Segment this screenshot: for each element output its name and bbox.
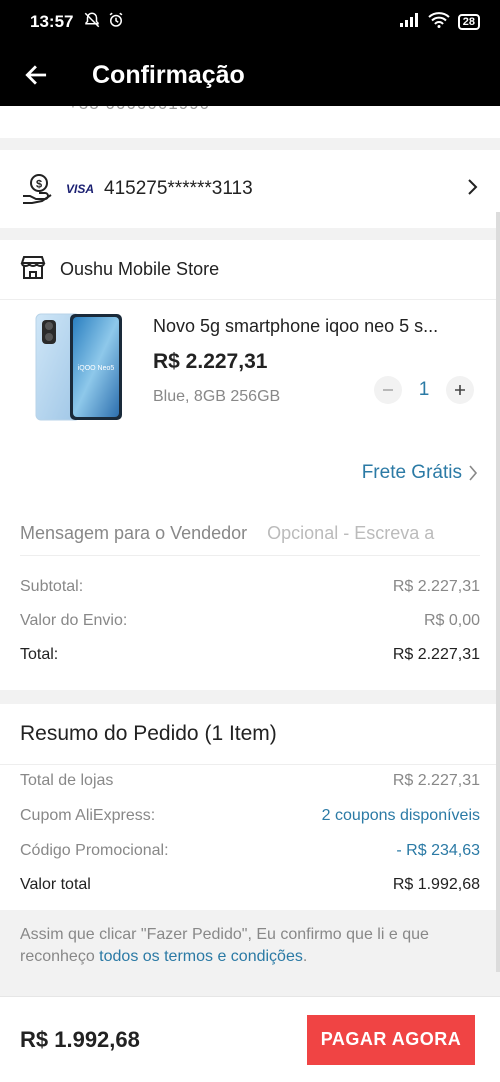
product-item: iQOO Neo5 Novo 5g smartphone iqoo neo 5 … (0, 300, 500, 422)
store-icon (20, 254, 46, 285)
arrow-left-icon (25, 65, 47, 85)
store-name: Oushu Mobile Store (60, 259, 220, 279)
stores-total-row: Total de lojas R$ 2.227,31 (20, 772, 480, 790)
decrease-quantity-button[interactable] (374, 376, 402, 404)
product-price: R$ 2.227,31 (153, 350, 268, 373)
product-image-brand: iQOO Neo5 (78, 365, 115, 372)
address-phone: +55 0000001990 (68, 106, 210, 114)
status-time: 13:57 (30, 12, 74, 31)
quantity-stepper: 1 (374, 376, 474, 404)
shipping-option[interactable]: Frete Grátis (362, 462, 478, 484)
store-header[interactable]: Oushu Mobile Store (0, 240, 500, 300)
promo-code-value[interactable]: - R$ 234,63 (396, 842, 480, 860)
promo-code-row[interactable]: Código Promocional: - R$ 234,63 (20, 842, 480, 860)
signal-icon (399, 12, 420, 32)
aliexpress-coupon-row[interactable]: Cupom AliExpress: 2 coupons disponíveis (20, 807, 480, 825)
order-summary-title: Resumo do Pedido (1 Item) (20, 722, 277, 745)
terms-notice: Assim que clicar "Fazer Pedido", Eu conf… (0, 910, 500, 978)
page-title: Confirmação (92, 60, 245, 89)
seller-message: Mensagem para o Vendedor (20, 512, 480, 556)
payment-hand-coin-icon: $ (20, 172, 54, 206)
visa-logo: VISA (66, 182, 95, 196)
grand-total-value: R$ 1.992,68 (392, 876, 480, 893)
terms-link[interactable]: todos os termos e condições (99, 948, 303, 965)
terms-suffix: . (302, 948, 308, 965)
stores-total-value: R$ 2.227,31 (392, 772, 480, 789)
chevron-right-icon (466, 177, 480, 202)
plus-icon (455, 385, 465, 395)
store-total-label: Total: (20, 646, 59, 663)
subtotal-value: R$ 2.227,31 (392, 578, 480, 595)
checkout-total: R$ 1.992,68 (20, 1026, 140, 1052)
grand-total-label: Valor total (20, 876, 91, 893)
quantity-value: 1 (418, 379, 430, 400)
chevron-right-icon (469, 465, 478, 481)
pay-now-button[interactable]: PAGAR AGORA (307, 1014, 475, 1065)
store-total-row: Total: R$ 2.227,31 (20, 646, 480, 664)
shipping-cost-label: Valor do Envio: (20, 612, 128, 629)
alarm-icon (107, 11, 125, 34)
address-section[interactable]: +55 0000001990 (0, 106, 500, 138)
order-summary-section: Resumo do Pedido (1 Item) Total de lojas… (0, 704, 500, 910)
battery-icon: 28 (457, 14, 480, 30)
grand-total-row: Valor total R$ 1.992,68 (20, 876, 480, 894)
svg-text:$: $ (36, 179, 42, 191)
promo-code-label: Código Promocional: (20, 842, 169, 859)
product-title[interactable]: Novo 5g smartphone iqoo neo 5 s... (153, 316, 483, 337)
aliexpress-coupon-label: Cupom AliExpress: (20, 807, 156, 824)
stores-total-label: Total de lojas (20, 772, 114, 789)
minus-icon (383, 389, 393, 391)
app-bar: Confirmação (0, 44, 500, 106)
card-number: 415275******3113 (104, 178, 253, 199)
shipping-cost-row: Valor do Envio: R$ 0,00 (20, 612, 480, 630)
aliexpress-coupon-link[interactable]: 2 coupons disponíveis (322, 807, 480, 825)
divider (0, 764, 500, 765)
scrollbar[interactable] (496, 212, 500, 972)
shipping-cost-value: R$ 0,00 (423, 612, 480, 629)
checkout-bar: R$ 1.992,68 PAGAR AGORA (0, 996, 500, 1082)
store-section: Oushu Mobile Store iQOO Neo5 Novo 5g sma… (0, 240, 500, 690)
shipping-label: Frete Grátis (361, 462, 462, 483)
seller-message-label: Mensagem para o Vendedor (20, 523, 248, 543)
store-total-value: R$ 2.227,31 (392, 646, 480, 663)
product-variant: Blue, 8GB 256GB (153, 388, 281, 405)
subtotal-row: Subtotal: R$ 2.227,31 (20, 578, 480, 596)
subtotal-label: Subtotal: (20, 578, 84, 595)
wifi-icon (428, 11, 450, 33)
back-button[interactable] (0, 44, 72, 106)
product-image[interactable]: iQOO Neo5 (34, 312, 124, 422)
seller-message-input[interactable] (267, 523, 458, 544)
status-bar: 13:57 28 (0, 0, 500, 44)
notifications-off-icon (83, 11, 101, 34)
payment-method-row[interactable]: $ VISA 415275******3113 (0, 150, 500, 228)
increase-quantity-button[interactable] (446, 376, 474, 404)
